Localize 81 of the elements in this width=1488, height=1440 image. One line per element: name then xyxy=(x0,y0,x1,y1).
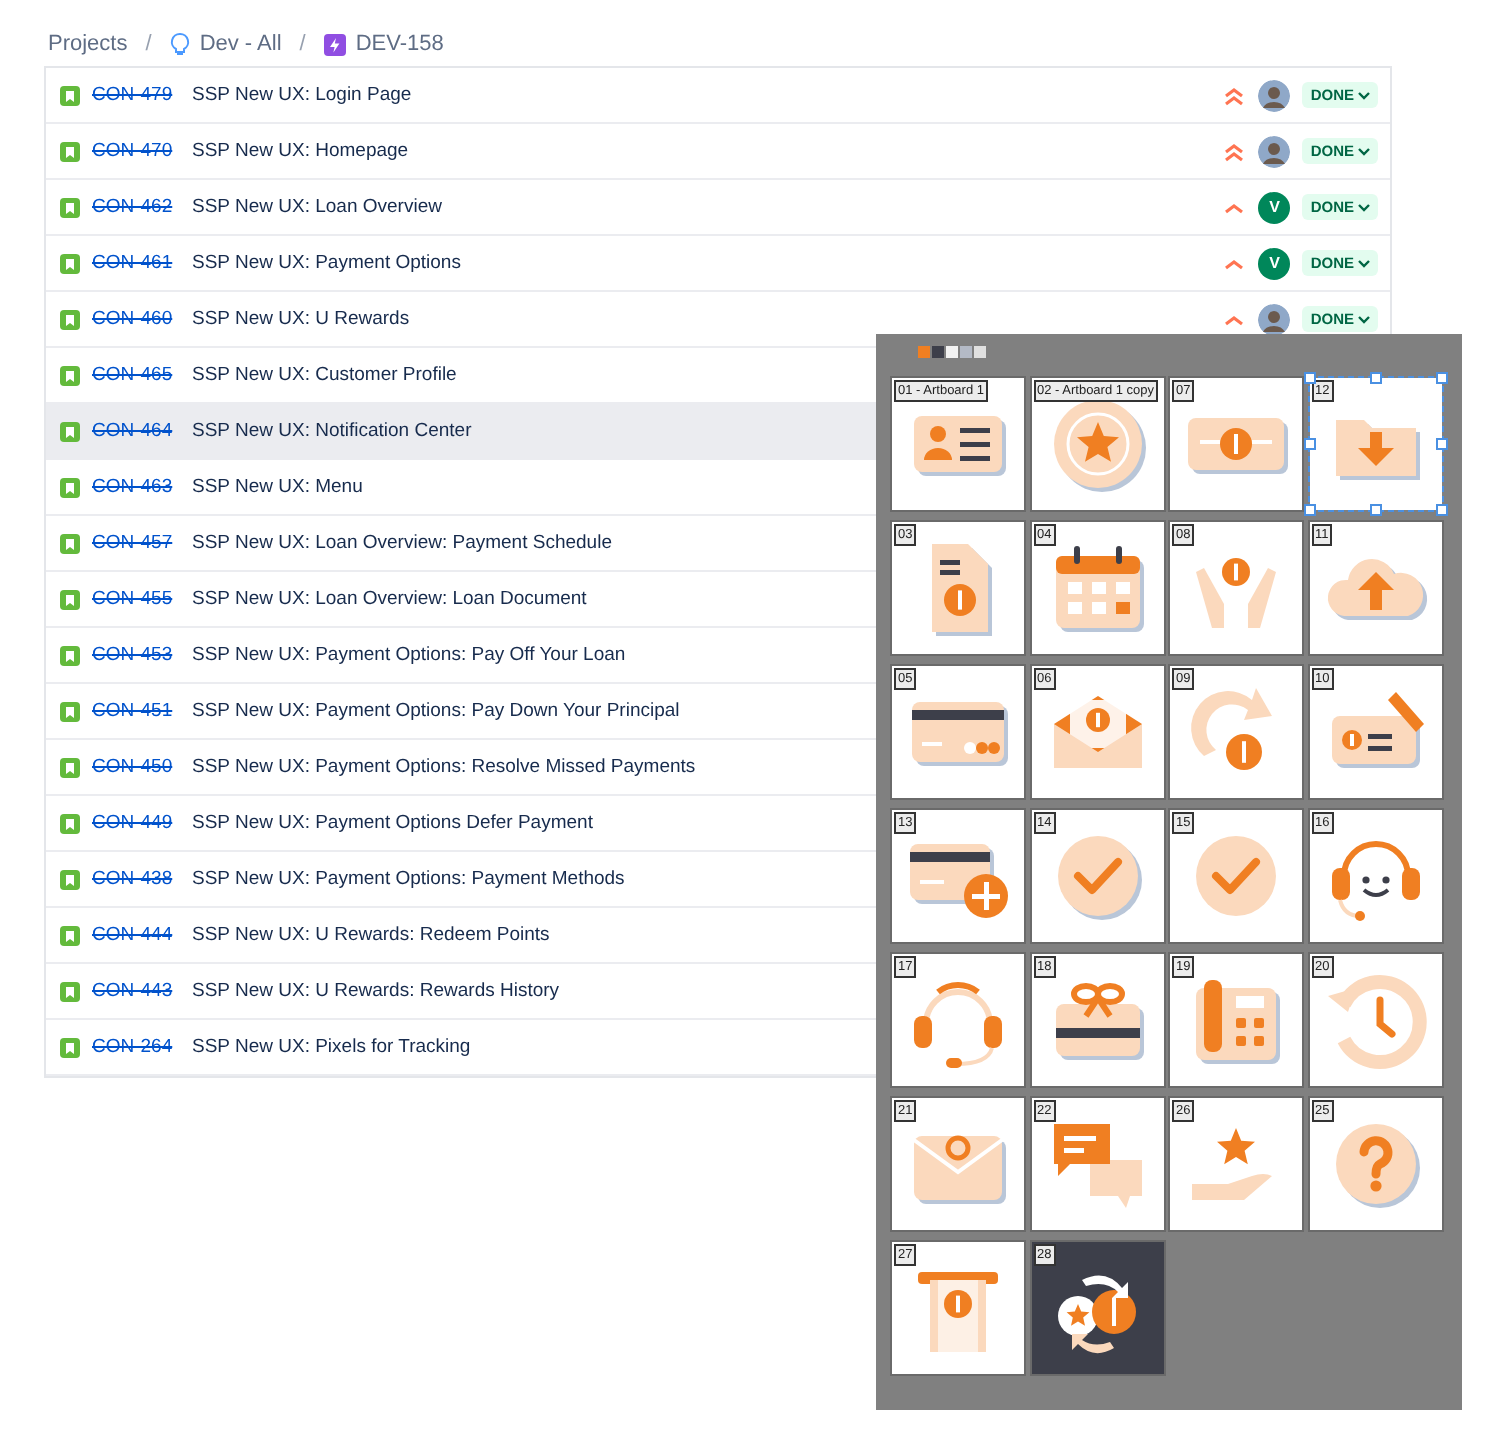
color-swatch[interactable] xyxy=(946,346,958,358)
issue-summary: SSP New UX: Customer Profile xyxy=(192,364,457,386)
avatar-icon[interactable] xyxy=(1258,303,1291,335)
breadcrumb-link[interactable]: Dev - All xyxy=(199,32,282,56)
issue-key-link[interactable]: CON-444 xyxy=(92,924,192,946)
issue-summary: SSP New UX: Payment Options: Payment Methods xyxy=(192,868,625,890)
story-icon xyxy=(60,421,80,441)
issue-key-link[interactable]: CON-461 xyxy=(92,252,192,274)
issue-summary: SSP New UX: Payment Options Defer Payment xyxy=(192,812,593,834)
story-icon xyxy=(60,477,80,497)
issue-key-link[interactable]: CON-470 xyxy=(92,140,192,162)
issue-summary: SSP New UX: Notification Center xyxy=(192,420,472,442)
issue-summary: SSP New UX: Payment Options: Pay Down Your Principal xyxy=(192,700,680,722)
issue-summary: SSP New UX: Pixels for Tracking xyxy=(192,1036,471,1058)
story-icon xyxy=(60,253,80,273)
issue-key-link[interactable]: CON-450 xyxy=(92,756,192,778)
avatar[interactable]: V xyxy=(1258,191,1291,223)
story-icon xyxy=(60,589,80,609)
issue-key-link[interactable]: CON-453 xyxy=(92,644,192,666)
issue-key-link[interactable]: CON-449 xyxy=(92,812,192,834)
breadcrumb-link[interactable]: DEV-158 xyxy=(355,32,444,56)
resize-handle[interactable] xyxy=(1369,372,1381,384)
color-swatch[interactable] xyxy=(932,346,944,358)
issue-summary: SSP New UX: U Rewards: Redeem Points xyxy=(192,924,550,946)
story-icon xyxy=(60,701,80,721)
story-icon xyxy=(60,197,80,217)
story-icon xyxy=(60,813,80,833)
story-icon xyxy=(60,925,80,945)
story-icon xyxy=(60,1037,80,1057)
resize-handle[interactable] xyxy=(1435,372,1447,384)
story-icon xyxy=(60,645,80,665)
issue-summary: SSP New UX: Login Page xyxy=(192,84,412,106)
issue-summary: SSP New UX: Payment Options xyxy=(192,252,461,274)
issue-key-link[interactable]: CON-463 xyxy=(92,476,192,498)
issue-key-link[interactable]: CON-443 xyxy=(92,980,192,1002)
issue-summary: SSP New UX: Payment Options: Resolve Missed Payments xyxy=(192,756,696,778)
story-icon xyxy=(60,309,80,329)
lightning-icon xyxy=(323,33,346,55)
story-icon xyxy=(60,757,80,777)
issue-summary: SSP New UX: Loan Overview: Payment Schedule xyxy=(192,532,612,554)
story-icon xyxy=(60,533,80,553)
color-swatch[interactable] xyxy=(974,346,986,358)
issue-key-link[interactable]: CON-264 xyxy=(92,1036,192,1058)
story-icon xyxy=(60,365,80,385)
resize-handle[interactable] xyxy=(1435,438,1447,450)
issue-key-link[interactable]: CON-465 xyxy=(92,364,192,386)
color-swatch[interactable] xyxy=(918,346,930,358)
resize-handle[interactable] xyxy=(1369,504,1381,516)
issue-key-link[interactable]: CON-438 xyxy=(92,868,192,890)
lightbulb-icon xyxy=(169,32,190,56)
issue-key-link[interactable]: CON-460 xyxy=(92,308,192,330)
issue-summary: SSP New UX: Menu xyxy=(192,476,363,498)
story-icon xyxy=(60,141,80,161)
breadcrumb-separator: / xyxy=(145,32,152,56)
issue-summary: SSP New UX: Homepage xyxy=(192,140,409,162)
issue-key-link[interactable]: CON-457 xyxy=(92,532,192,554)
issue-key-link[interactable]: CON-462 xyxy=(92,196,192,218)
breadcrumb-separator: / xyxy=(299,32,306,56)
issue-summary: SSP New UX: Payment Options: Pay Off Your Loan xyxy=(192,644,626,666)
resize-handle[interactable] xyxy=(1435,504,1447,516)
chevron-down-icon xyxy=(1358,91,1370,99)
breadcrumb-link[interactable]: Projects xyxy=(48,32,128,56)
story-icon xyxy=(60,85,80,105)
story-icon xyxy=(60,869,80,889)
issue-key-link[interactable]: CON-451 xyxy=(92,700,192,722)
issue-summary: SSP New UX: Loan Overview xyxy=(192,196,442,218)
chevron-down-icon xyxy=(1358,203,1370,211)
issue-key-link[interactable]: CON-464 xyxy=(92,420,192,442)
issue-summary: SSP New UX: U Rewards xyxy=(192,308,410,330)
avatar-icon[interactable] xyxy=(1258,79,1291,111)
chevron-down-icon xyxy=(1358,259,1370,267)
issue-summary: SSP New UX: U Rewards: Rewards History xyxy=(192,980,560,1002)
color-swatch[interactable] xyxy=(960,346,972,358)
story-icon xyxy=(60,981,80,1001)
avatar[interactable]: V xyxy=(1258,247,1291,279)
chevron-down-icon xyxy=(1358,147,1370,155)
issue-summary: SSP New UX: Loan Overview: Loan Document xyxy=(192,588,587,610)
avatar-icon[interactable] xyxy=(1258,135,1291,167)
chevron-down-icon xyxy=(1358,315,1370,323)
issue-key-link[interactable]: CON-455 xyxy=(92,588,192,610)
issue-key-link[interactable]: CON-479 xyxy=(92,84,192,106)
